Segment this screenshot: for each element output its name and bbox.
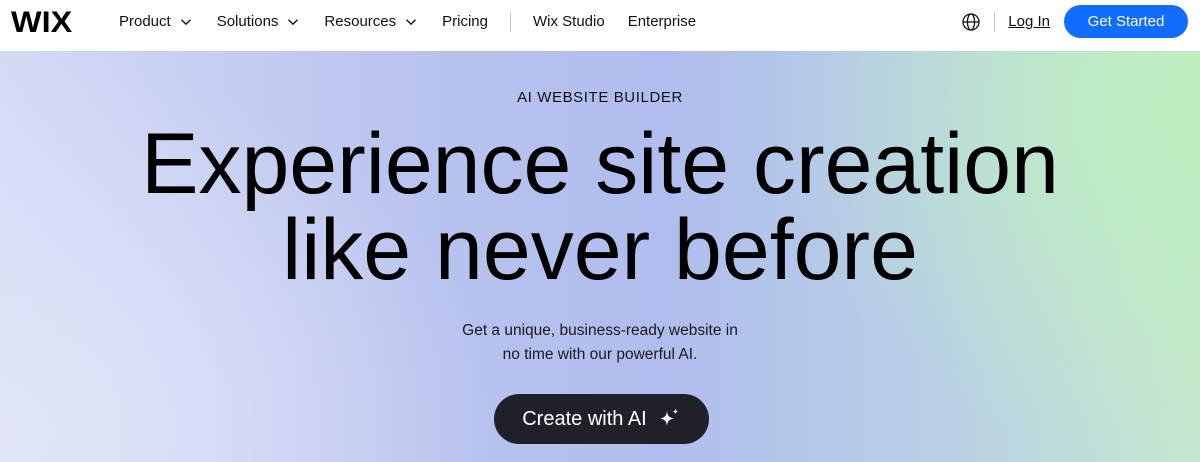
chevron-down-icon xyxy=(406,18,417,25)
top-navigation: WIX Product Solutions Resources Pricing … xyxy=(0,0,1200,51)
subtitle-line-2: no time with our powerful AI. xyxy=(502,346,698,363)
nav-item-label: Wix Studio xyxy=(532,13,605,30)
hero-headline: Experience site creation like never befo… xyxy=(0,121,1200,293)
sparkle-icon xyxy=(659,408,679,426)
hero-subtitle: Get a unique, business-ready website in … xyxy=(0,319,1200,367)
chevron-down-icon xyxy=(288,18,299,25)
headline-line-2: like never before xyxy=(282,202,918,298)
nav-item-label: Product xyxy=(119,13,171,30)
chevron-down-icon xyxy=(180,18,191,25)
create-with-ai-label: Create with AI xyxy=(522,407,647,430)
nav-item-product[interactable]: Product xyxy=(119,13,193,30)
nav-item-label: Resources xyxy=(324,13,397,30)
subtitle-line-1: Get a unique, business-ready website in xyxy=(462,322,738,339)
nav-item-label: Enterprise xyxy=(627,13,697,30)
nav-item-label: Pricing xyxy=(442,13,488,30)
nav-item-resources[interactable]: Resources xyxy=(324,13,418,30)
nav-right-tools: Log In Get Started xyxy=(961,5,1188,38)
main-menu: Product Solutions Resources Pricing Wix … xyxy=(119,0,696,43)
headline-line-1: Experience site creation xyxy=(141,116,1059,212)
nav-item-pricing[interactable]: Pricing xyxy=(442,13,488,30)
wix-logo[interactable]: WIX xyxy=(11,8,72,38)
nav-item-label: Solutions xyxy=(216,13,279,30)
hero-section: AI WEBSITE BUILDER Experience site creat… xyxy=(0,51,1200,462)
hero-eyebrow: AI WEBSITE BUILDER xyxy=(517,89,683,106)
get-started-button[interactable]: Get Started xyxy=(1064,5,1188,38)
create-with-ai-button[interactable]: Create with AI xyxy=(494,394,709,444)
nav-item-wix-studio[interactable]: Wix Studio xyxy=(533,13,605,30)
login-link[interactable]: Log In xyxy=(1008,13,1050,30)
nav-item-enterprise[interactable]: Enterprise xyxy=(628,13,696,30)
nav-divider xyxy=(509,11,511,32)
nav-divider xyxy=(994,11,996,32)
globe-icon[interactable] xyxy=(961,12,981,32)
nav-item-solutions[interactable]: Solutions xyxy=(217,13,301,30)
